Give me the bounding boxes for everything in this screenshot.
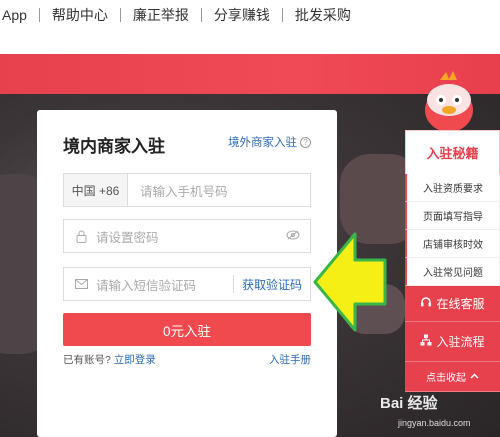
get-code-button[interactable]: 获取验证码 xyxy=(232,275,310,293)
card-title: 境内商家入驻 xyxy=(63,137,165,156)
phone-field[interactable]: 中国 +86 请输入手机号码 xyxy=(63,173,311,207)
eye-off-icon[interactable] xyxy=(286,229,300,243)
nav-item-help[interactable]: 帮助中心 xyxy=(40,5,120,25)
collapse-label[interactable]: 点击收起 xyxy=(426,369,466,384)
online-service-label[interactable]: 在线客服 xyxy=(436,295,484,312)
flowchart-icon xyxy=(420,334,432,349)
password-field[interactable]: 请设置密码 xyxy=(63,219,311,253)
headset-icon xyxy=(420,296,432,311)
phone-input-placeholder[interactable]: 请输入手机号码 xyxy=(128,181,228,200)
foreign-merchant-link[interactable]: 境外商家入驻 ? xyxy=(228,134,311,150)
online-service-button[interactable]: 在线客服 xyxy=(405,286,500,322)
submit-button[interactable]: 0元入驻 xyxy=(63,313,311,346)
nav-item-wholesale[interactable]: 批发采购 xyxy=(283,5,363,25)
side-item-review-time[interactable]: 店铺审核时效 xyxy=(405,230,500,258)
collapse-button[interactable]: 点击收起 xyxy=(405,362,500,392)
side-item-faq[interactable]: 入驻常见问题 xyxy=(405,258,500,286)
has-account-text: 已有账号? xyxy=(63,354,111,366)
side-item-form-guide[interactable]: 页面填写指导 xyxy=(405,202,500,230)
mascot-icon xyxy=(425,71,473,132)
account-links: 已有账号? 立即登录 入驻手册 xyxy=(63,352,311,367)
annotation-arrow-icon xyxy=(313,232,387,332)
mail-icon xyxy=(74,279,88,289)
top-nav: App 帮助中心 廉正举报 分享赚钱 批发采购 xyxy=(0,0,500,30)
nav-item-report[interactable]: 廉正举报 xyxy=(121,5,201,25)
login-link[interactable]: 立即登录 xyxy=(114,354,156,366)
side-guide-panel: 入驻秘籍 入驻资质要求 页面填写指导 店铺审核时效 入驻常见问题 在线客服 入驻… xyxy=(405,130,500,392)
sms-code-input-placeholder[interactable]: 请输入短信验证码 xyxy=(88,275,233,294)
foreign-merchant-link-label[interactable]: 境外商家入驻 xyxy=(228,134,297,150)
side-panel-title: 入驻秘籍 xyxy=(405,130,500,174)
side-item-qualification[interactable]: 入驻资质要求 xyxy=(405,174,500,202)
watermark-url: jingyan.baidu.com xyxy=(398,418,471,428)
nav-item-app[interactable]: App xyxy=(0,7,39,23)
help-icon[interactable]: ? xyxy=(300,136,311,148)
password-input-placeholder[interactable]: 请设置密码 xyxy=(88,227,286,246)
process-label[interactable]: 入驻流程 xyxy=(436,333,484,350)
merchant-signup-card: 境内商家入驻 境外商家入驻 ? 中国 +86 请输入手机号码 请设置密码 请输入… xyxy=(37,110,337,437)
sms-code-field[interactable]: 请输入短信验证码 获取验证码 xyxy=(63,267,311,301)
country-code-select[interactable]: 中国 +86 xyxy=(64,174,128,206)
baidu-watermark: Bai 经验 xyxy=(380,395,438,412)
login-prompt: 已有账号? 立即登录 xyxy=(63,352,156,367)
nav-item-share[interactable]: 分享赚钱 xyxy=(202,5,282,25)
manual-link[interactable]: 入驻手册 xyxy=(269,352,311,367)
chevron-up-icon xyxy=(470,371,479,382)
lock-icon xyxy=(74,230,88,243)
process-button[interactable]: 入驻流程 xyxy=(405,322,500,362)
